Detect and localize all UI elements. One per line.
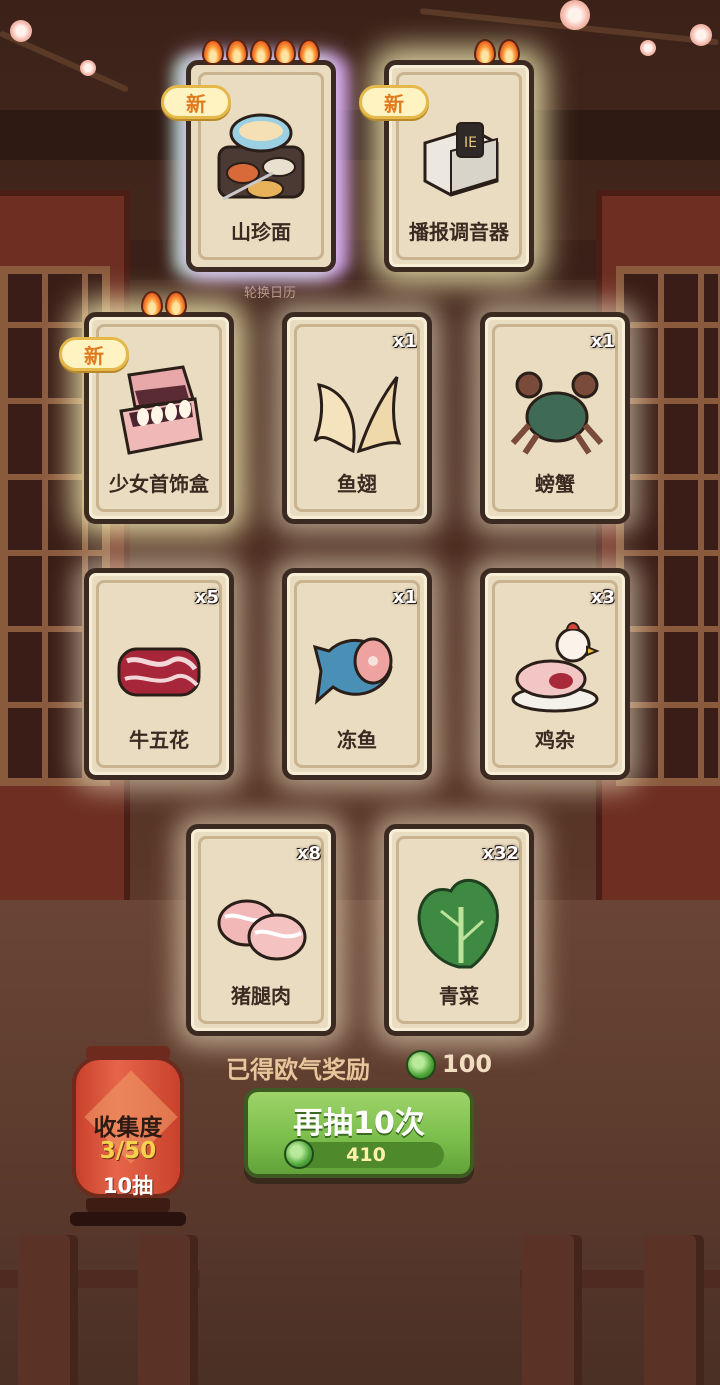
quantity-label: x1 (392, 331, 417, 352)
fence-post (522, 1235, 582, 1385)
radio-tuner-icon: IE (423, 122, 499, 197)
chicken-giblets-icon (511, 622, 600, 713)
beef-belly-icon (117, 647, 201, 697)
luck-reward-line: 已得欧气奖励 100 (226, 1048, 506, 1084)
flame-icon (250, 39, 272, 65)
luck-reward-value: 100 (442, 1050, 493, 1078)
pork-leg-icon (217, 899, 307, 961)
green-coin-icon (406, 1050, 436, 1080)
fence-post (138, 1235, 198, 1385)
card-name: 牛五花 (129, 728, 189, 752)
card-name: 播报调音器 (409, 220, 509, 244)
right-door (596, 190, 720, 910)
collection-draws: 10抽 (102, 1174, 154, 1198)
card-name: 少女首饰盒 (109, 472, 209, 496)
blossom-icon (10, 20, 32, 42)
noodle-feast-icon (217, 113, 305, 201)
quantity-label: x1 (590, 331, 615, 352)
flame-icon (298, 39, 320, 65)
flame-icon (274, 39, 296, 65)
card-crab[interactable]: x1 螃蟹 (480, 312, 630, 524)
flame-icon (141, 291, 163, 317)
greens-icon (417, 878, 499, 969)
blossom-icon (690, 24, 712, 46)
rotating-calendar-label: 轮换日历 (244, 286, 297, 301)
card-frozen-fish[interactable]: x1 冻鱼 (282, 568, 432, 780)
card-pork-leg[interactable]: x8 猪腿肉 (186, 824, 336, 1036)
blossom-icon (640, 40, 656, 56)
card-name: 山珍面 (231, 220, 291, 244)
frozen-fish-icon (312, 637, 393, 705)
flame-icon (226, 39, 248, 65)
quantity-label: x1 (392, 587, 417, 608)
draw-again-label: 再抽10次 (293, 1106, 425, 1141)
rarity-flames (191, 39, 331, 69)
collection-title: 收集度 (93, 1115, 163, 1141)
crab-icon (510, 371, 603, 455)
card-name: 鱼翅 (337, 472, 377, 496)
rarity-flames (389, 39, 529, 69)
flame-icon (202, 39, 224, 65)
draw-cost-value: 410 (346, 1144, 386, 1166)
jewelry-box-icon (119, 365, 203, 455)
luck-reward-label: 已得欧气奖励 (226, 1056, 370, 1084)
blossom-icon (80, 60, 96, 76)
card-name: 螃蟹 (535, 472, 575, 496)
flame-icon (165, 291, 187, 317)
flame-icon (498, 39, 520, 65)
card-name: 青菜 (439, 984, 479, 1008)
card-jewelry-box[interactable]: 新 少女首饰盒 (59, 291, 234, 524)
fence-post (18, 1235, 78, 1385)
fence-post (644, 1235, 704, 1385)
blossom-icon (560, 0, 590, 30)
quantity-label: x5 (194, 587, 219, 608)
rarity-flames (89, 291, 229, 321)
card-name: 冻鱼 (337, 728, 377, 752)
draw-again-button[interactable]: 再抽10次 410 (244, 1088, 474, 1178)
card-greens[interactable]: x32 青菜 (384, 824, 534, 1036)
draw-cost: 410 (284, 1139, 444, 1169)
card-chicken-giblets[interactable]: x3 鸡杂 (480, 568, 630, 780)
quantity-label: x3 (590, 587, 615, 608)
collection-lantern[interactable]: 收集度 3/50 10抽 (66, 1046, 190, 1232)
collection-progress: 3/50 (99, 1138, 157, 1164)
quantity-label: x8 (296, 843, 321, 864)
quantity-label: x32 (482, 843, 519, 864)
flame-icon (474, 39, 496, 65)
shark-fin-icon (313, 376, 402, 454)
card-name: 猪腿肉 (231, 984, 291, 1008)
card-shark-fin[interactable]: x1 鱼翅 (282, 312, 432, 524)
gacha-result-screen: 轮换日历 新 山珍面 新 IE 播报调音器 新 少女首饰盒 x1 鱼翅 x1 螃… (0, 0, 720, 1385)
card-name: 鸡杂 (535, 728, 575, 752)
card-beef-belly[interactable]: x5 牛五花 (84, 568, 234, 780)
svg-text:IE: IE (464, 135, 477, 151)
card-radio-tuner[interactable]: 新 IE 播报调音器 (359, 39, 534, 272)
card-shanzhen-noodle[interactable]: 新 山珍面 (161, 39, 336, 272)
